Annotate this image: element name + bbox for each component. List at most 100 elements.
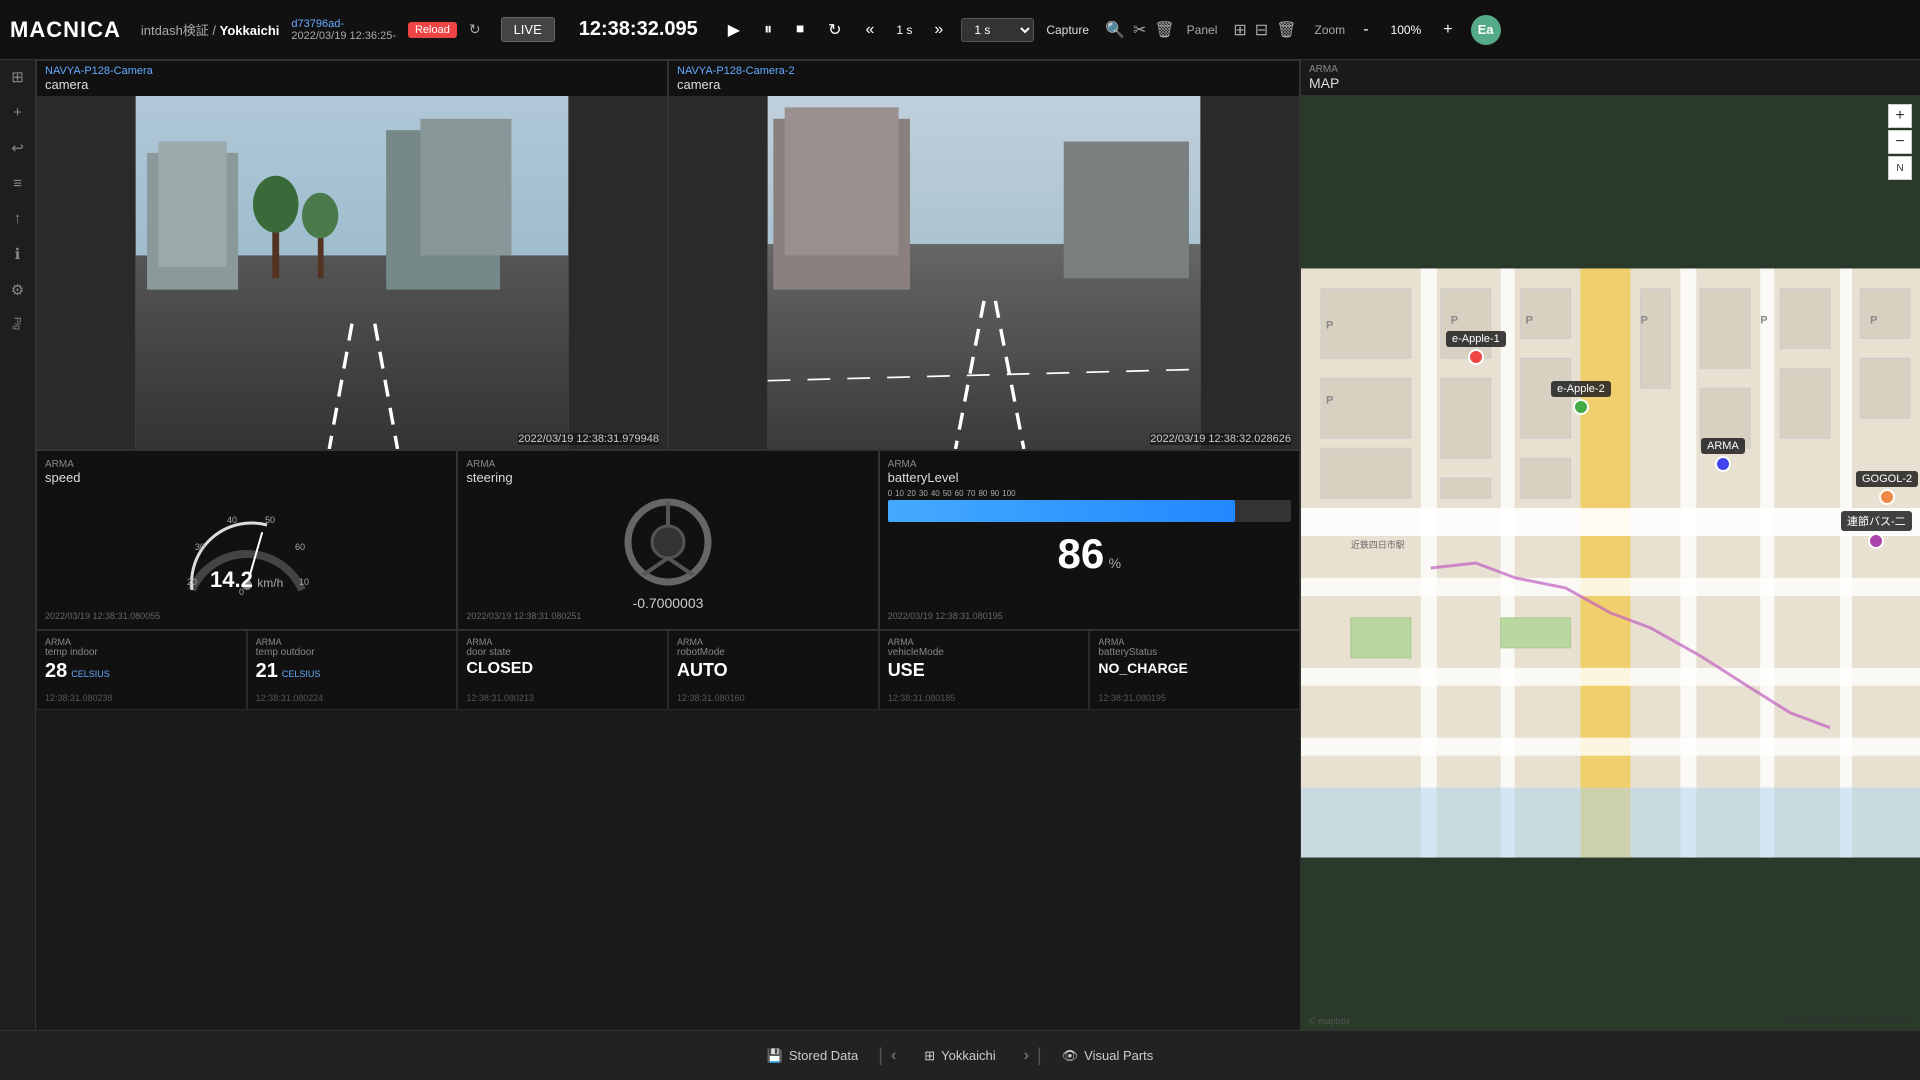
next-button[interactable]: »: [928, 17, 949, 43]
vehicle-mode-arma: ARMA: [888, 637, 1081, 647]
vehicle-mode-panel: ARMA vehicleMode USE 12:38:31.080185: [879, 630, 1090, 710]
visual-parts-label: Visual Parts: [1084, 1048, 1153, 1063]
battery-panel: ARMA batteryLevel 0102030405060708090100…: [879, 450, 1300, 630]
panel-icons: ⊞ ⊟ 🗑: [1233, 20, 1296, 40]
status-row: ARMA temp indoor 28 CELSIUS 12:38:31.080…: [36, 630, 1300, 710]
map-zoom-out-button[interactable]: −: [1888, 130, 1912, 154]
map-markers-overlay: e-Apple-1 e-Apple-2 ARMA GOGOL-2: [1301, 96, 1920, 1030]
battery-title: batteryLevel: [888, 470, 1291, 485]
map-marker-gogol2[interactable]: GOGOL-2: [1856, 471, 1918, 505]
sidebar-info-icon[interactable]: ℹ: [15, 245, 21, 263]
marker-eapple2-label: e-Apple-2: [1551, 381, 1611, 397]
zoom-out-button[interactable]: -: [1357, 17, 1374, 43]
stop-button[interactable]: ⏹: [790, 17, 810, 43]
zoom-percent: 100%: [1391, 23, 1422, 37]
steering-value-display: -0.7000003: [466, 595, 869, 611]
location-button[interactable]: ⊞ Yokkaichi: [904, 1040, 1015, 1072]
door-state-arma: ARMA: [466, 637, 659, 647]
temp-outdoor-val-row: 21 CELSIUS: [256, 658, 449, 685]
camera-2-device-label: NAVYA-P128-Camera-2: [677, 65, 1291, 77]
sidebar-back-icon[interactable]: ↩: [11, 139, 24, 157]
battery-unit: %: [1109, 555, 1121, 571]
battery-status-time: 12:38:31.080195: [1098, 693, 1291, 703]
map-marker-rensetsu[interactable]: 連節バス-二: [1841, 511, 1912, 549]
pause-button[interactable]: ⏸: [758, 17, 778, 43]
camera-2-timestamp: 2022/03/19 12:38:32.028626: [1150, 433, 1291, 445]
map-zoom-in-button[interactable]: +: [1888, 104, 1912, 128]
robot-mode-time: 12:38:31.080160: [677, 693, 870, 703]
zoom-label: Zoom: [1315, 23, 1346, 37]
delete-icon[interactable]: 🗑: [1276, 20, 1296, 40]
door-state-value: CLOSED: [466, 660, 659, 678]
temp-outdoor-arma: ARMA: [256, 637, 449, 647]
grid-icon[interactable]: ⊟: [1255, 20, 1268, 40]
capture-button[interactable]: Capture: [1046, 23, 1089, 37]
panel-view-icon[interactable]: ⊞: [1233, 20, 1246, 40]
refresh-icon[interactable]: ↻: [469, 21, 481, 38]
breadcrumb-current: Yokkaichi: [220, 23, 280, 38]
visual-parts-button[interactable]: 👁 Visual Parts: [1042, 1040, 1174, 1072]
sidebar-plugin-label[interactable]: Plg: [13, 317, 23, 330]
map-area[interactable]: P P P P P P P 近鉄四日市駅 e-Apple-1: [1301, 96, 1920, 1030]
bottom-prev-button[interactable]: ‹: [883, 1043, 904, 1069]
bottom-next-button[interactable]: ›: [1016, 1043, 1037, 1069]
cameras-row: NAVYA-P128-Camera camera: [36, 60, 1300, 450]
camera-panel-2: NAVYA-P128-Camera-2 camera: [668, 60, 1300, 450]
speed-panel: ARMA speed 20 30 40 50 60 10 0: [36, 450, 457, 630]
bottom-bar: 💾 Stored Data | ‹ ⊞ Yokkaichi › | 👁 Visu…: [0, 1030, 1920, 1080]
sidebar-list-icon[interactable]: ≡: [13, 175, 22, 192]
camera-1-device-label: NAVYA-P128-Camera: [45, 65, 659, 77]
battery-bar-bg: [888, 500, 1291, 522]
steering-title: steering: [466, 470, 869, 485]
zoom-in-button[interactable]: +: [1437, 17, 1458, 43]
session-id: d73796ad-: [291, 18, 396, 30]
camera-2-feed: 2022/03/19 12:38:32.028626: [669, 96, 1299, 449]
toolbar-icons: 🔍 ✂ 🗑: [1105, 20, 1175, 40]
map-marker-eapple2[interactable]: e-Apple-2: [1551, 381, 1611, 415]
sidebar-settings-icon[interactable]: ⚙: [11, 281, 24, 299]
battery-scale: 0102030405060708090100: [888, 489, 1291, 498]
map-marker-arma[interactable]: ARMA: [1701, 438, 1745, 472]
temp-outdoor-panel: ARMA temp outdoor 21 CELSIUS 12:38:31.08…: [247, 630, 458, 710]
map-credit: © mapbox: [1309, 1016, 1350, 1026]
play-button[interactable]: ▶: [722, 16, 746, 44]
steering-wheel-svg: [623, 497, 713, 587]
battery-timestamp: 2022/03/19 12:38:31.080195: [888, 611, 1291, 621]
content-area: NAVYA-P128-Camera camera: [36, 60, 1300, 1030]
map-marker-eapple1[interactable]: e-Apple-1: [1446, 331, 1506, 365]
temp-indoor-arma: ARMA: [45, 637, 238, 647]
vehicle-mode-cat: vehicleMode: [888, 647, 1081, 658]
svg-text:60: 60: [295, 542, 305, 552]
camera-panel-1: NAVYA-P128-Camera camera: [36, 60, 668, 450]
stored-data-icon: 💾: [767, 1048, 783, 1064]
svg-text:40: 40: [227, 515, 237, 525]
scissors-icon[interactable]: ✂: [1133, 20, 1146, 40]
logo: MACNICA: [10, 17, 121, 43]
timestamp-display: 12:38:32.095: [579, 18, 698, 41]
door-state-time: 12:38:31.080213: [466, 693, 659, 703]
temp-outdoor-value: 21: [256, 660, 278, 683]
speed-select[interactable]: Speed 0.25s 0.5s 1 s 2 s 5 s: [961, 18, 1034, 42]
battery-status-panel: ARMA batteryStatus NO_CHARGE 12:38:31.08…: [1089, 630, 1300, 710]
sidebar-upload-icon[interactable]: ↑: [14, 210, 22, 227]
svg-text:30: 30: [195, 542, 205, 552]
map-header: ARMA MAP: [1301, 60, 1920, 96]
loop-button[interactable]: ↻: [822, 16, 847, 44]
marker-eapple1-dot: [1468, 349, 1484, 365]
map-timestamp: 2022/03/19 12:38:31.080114: [1785, 1015, 1912, 1026]
search-icon[interactable]: 🔍: [1105, 20, 1125, 40]
camera-1-timestamp: 2022/03/19 12:38:31.979948: [518, 433, 659, 445]
battery-bar-fill: [888, 500, 1235, 522]
map-north-button[interactable]: N: [1888, 156, 1912, 180]
sidebar-add-icon[interactable]: +: [13, 104, 22, 121]
trash-icon[interactable]: 🗑: [1154, 20, 1174, 40]
session-info: d73796ad- 2022/03/19 12:36:25-: [291, 18, 396, 42]
prev-button[interactable]: «: [860, 17, 881, 43]
reload-button[interactable]: Reload: [408, 22, 457, 38]
user-avatar[interactable]: Ea: [1471, 15, 1501, 45]
session-date: 2022/03/19 12:36:25-: [291, 30, 396, 42]
sidebar-grid-icon[interactable]: ⊞: [11, 68, 24, 86]
live-button[interactable]: LIVE: [501, 17, 555, 42]
stored-data-button[interactable]: 💾 Stored Data: [747, 1040, 879, 1072]
header: MACNICA intdash検証 / Yokkaichi d73796ad- …: [0, 0, 1920, 60]
